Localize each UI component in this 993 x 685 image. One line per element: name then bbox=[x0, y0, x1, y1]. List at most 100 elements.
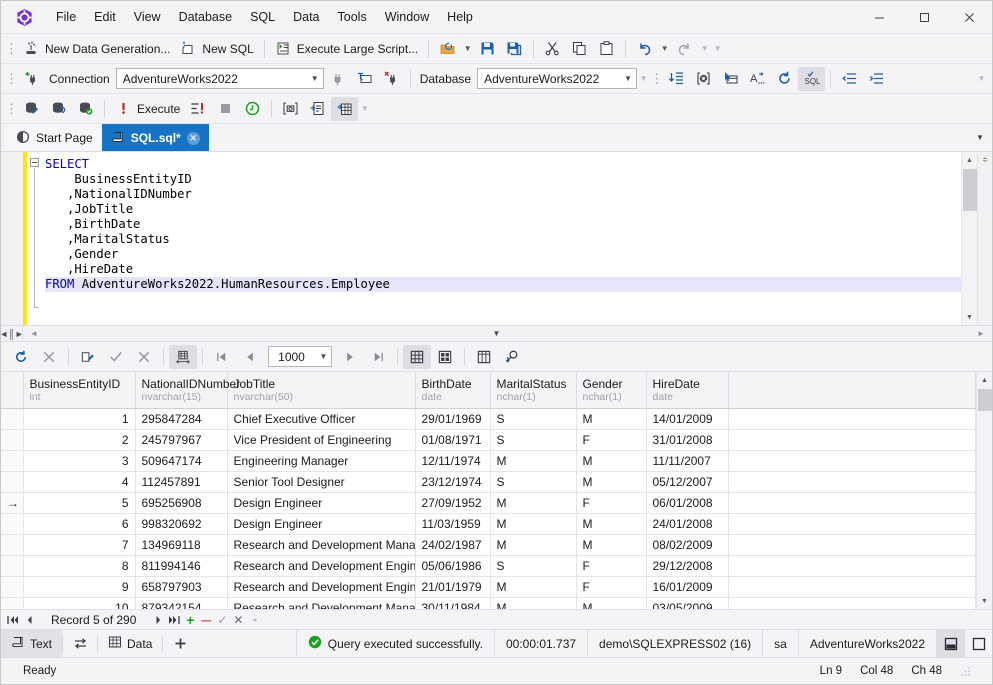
menu-item-window[interactable]: Window bbox=[376, 5, 438, 30]
table-row[interactable]: 3 509647174 Engineering Manager 12/11/1974 M… bbox=[1, 450, 976, 472]
scrollbar-thumb[interactable] bbox=[962, 169, 977, 211]
best-fit-columns-button[interactable] bbox=[169, 344, 197, 369]
redo-dropdown-caret-icon[interactable]: ▼ bbox=[698, 38, 711, 60]
cell-birthdate[interactable]: 21/01/1979 bbox=[415, 576, 491, 598]
cell-gender[interactable]: M bbox=[576, 450, 647, 472]
cell-maritalstatus[interactable]: M bbox=[490, 492, 577, 514]
cell-hiredate[interactable]: 16/01/2009 bbox=[646, 576, 729, 598]
cell-birthdate[interactable]: 01/08/1971 bbox=[415, 429, 491, 451]
cell-nationalidnumber[interactable]: 658797903 bbox=[135, 576, 228, 598]
nav-next-button[interactable] bbox=[150, 611, 166, 629]
hscroll-left-icon[interactable]: ◄ bbox=[23, 326, 45, 341]
column-header-maritalstatus[interactable]: MaritalStatus nchar(1) bbox=[490, 372, 577, 409]
toolbar-overflow-caret-icon[interactable]: ▼ bbox=[711, 38, 724, 60]
bottom-tab-data[interactable]: Data bbox=[98, 630, 162, 657]
cell-gender[interactable]: M bbox=[576, 597, 647, 609]
cell-nationalidnumber[interactable]: 112457891 bbox=[135, 471, 228, 493]
split-vertical-handle-icon[interactable]: ◄║► bbox=[0, 326, 24, 341]
column-header-jobtitle[interactable]: JobTitle nvarchar(50) bbox=[227, 372, 416, 409]
editor-fold-margin[interactable] bbox=[27, 152, 41, 325]
column-header-gender[interactable]: Gender nchar(1) bbox=[576, 372, 647, 409]
cell-maritalstatus[interactable]: M bbox=[490, 450, 577, 472]
row-header-cell[interactable] bbox=[1, 597, 24, 609]
cell-businessentityid[interactable]: 7 bbox=[23, 534, 136, 556]
tab-overflow-chevron-down-icon[interactable]: ▼ bbox=[968, 124, 992, 151]
row-header-cell[interactable] bbox=[1, 450, 24, 472]
cell-gender[interactable]: M bbox=[576, 471, 647, 493]
paste-button[interactable] bbox=[593, 37, 620, 61]
menu-item-edit[interactable]: Edit bbox=[85, 5, 125, 30]
resize-grip-icon[interactable] bbox=[960, 665, 972, 677]
cell-hiredate[interactable]: 31/01/2008 bbox=[646, 429, 729, 451]
cell-businessentityid[interactable]: 4 bbox=[23, 471, 136, 493]
open-file-dropdown-caret-icon[interactable]: ▼ bbox=[461, 38, 474, 60]
insert-parameter-button[interactable] bbox=[690, 67, 717, 91]
nav-last-button[interactable] bbox=[166, 611, 182, 629]
undo-dropdown-caret-icon[interactable]: ▼ bbox=[658, 38, 671, 60]
cell-nationalidnumber[interactable]: 295847284 bbox=[135, 408, 228, 430]
card-view-button[interactable] bbox=[431, 345, 459, 369]
menu-item-data[interactable]: Data bbox=[284, 5, 328, 30]
refresh-metadata-button[interactable] bbox=[771, 67, 798, 91]
nav-cancel-button[interactable]: ✕ bbox=[230, 611, 246, 629]
cell-gender[interactable]: F bbox=[576, 492, 647, 514]
validate-sql-button[interactable]: SQL bbox=[798, 66, 826, 91]
stop-button[interactable] bbox=[212, 97, 239, 121]
row-header-cell[interactable] bbox=[1, 555, 24, 577]
scroll-down-icon[interactable]: ▼ bbox=[962, 309, 978, 325]
row-header-cell[interactable] bbox=[1, 429, 24, 451]
cell-nationalidnumber[interactable]: 509647174 bbox=[135, 450, 228, 472]
new-connection-button[interactable] bbox=[18, 67, 45, 91]
table-row[interactable]: 1 295847284 Chief Executive Officer 29/01/1… bbox=[1, 408, 976, 430]
rollback-db-button[interactable] bbox=[45, 97, 72, 121]
cell-birthdate[interactable]: 29/01/1969 bbox=[415, 408, 491, 430]
menu-item-database[interactable]: Database bbox=[170, 5, 242, 30]
editor-horizontal-scrollbar[interactable]: ◄║► ◄ ► ▼ bbox=[0, 326, 992, 342]
column-view-button[interactable] bbox=[470, 345, 498, 369]
row-header-cell[interactable] bbox=[1, 513, 24, 535]
table-row[interactable]: 4 112457891 Senior Tool Designer 23/12/1974… bbox=[1, 471, 976, 493]
open-file-button[interactable] bbox=[434, 37, 461, 61]
database-combobox[interactable]: AdventureWorks2022 ▼ bbox=[477, 68, 638, 89]
redo-button[interactable] bbox=[671, 37, 698, 61]
new-sql-button[interactable]: New SQL bbox=[175, 37, 258, 61]
cut-button[interactable] bbox=[539, 37, 566, 61]
table-row[interactable]: 10 879342154 Research and Development Mana… bbox=[1, 597, 976, 609]
table-row[interactable]: 9 658797903 Research and Development Engin… bbox=[1, 576, 976, 598]
nav-delete-record-button[interactable]: ─ bbox=[198, 611, 214, 629]
cell-nationalidnumber[interactable]: 695256908 bbox=[135, 492, 228, 514]
execution-history-button[interactable] bbox=[239, 97, 266, 121]
last-page-button[interactable] bbox=[364, 345, 392, 369]
cell-maritalstatus[interactable]: M bbox=[490, 534, 577, 556]
results-to-text-button[interactable] bbox=[304, 97, 331, 121]
column-header-birthdate[interactable]: BirthDate date bbox=[415, 372, 491, 409]
row-header-cell[interactable] bbox=[1, 534, 24, 556]
cell-maritalstatus[interactable]: S bbox=[490, 555, 577, 577]
editor-vertical-scrollbar[interactable]: ▲ ▼ bbox=[961, 152, 977, 325]
menu-item-file[interactable]: File bbox=[47, 5, 85, 30]
cell-gender[interactable]: M bbox=[576, 534, 647, 556]
cell-businessentityid[interactable]: 9 bbox=[23, 576, 136, 598]
minimize-button[interactable] bbox=[857, 1, 902, 34]
row-header-corner[interactable] bbox=[1, 372, 24, 409]
cell-jobtitle[interactable]: Engineering Manager bbox=[227, 450, 416, 472]
cell-businessentityid[interactable]: 10 bbox=[23, 597, 136, 609]
execute-button[interactable]: Execute bbox=[110, 97, 185, 121]
fold-collapse-icon[interactable] bbox=[29, 158, 39, 167]
cell-jobtitle[interactable]: Research and Development Manager bbox=[227, 597, 416, 609]
decrease-indent-button[interactable] bbox=[836, 67, 863, 91]
named-query-button[interactable] bbox=[717, 67, 744, 91]
scroll-down-icon[interactable]: ▼ bbox=[977, 593, 993, 609]
cell-gender[interactable]: F bbox=[576, 555, 647, 577]
save-all-button[interactable] bbox=[501, 37, 528, 61]
cell-hiredate[interactable]: 03/05/2009 bbox=[646, 597, 729, 609]
menu-item-tools[interactable]: Tools bbox=[329, 5, 376, 30]
format-sql-button[interactable] bbox=[663, 67, 690, 91]
cell-jobtitle[interactable]: Chief Executive Officer bbox=[227, 408, 416, 430]
cell-gender[interactable]: M bbox=[576, 408, 647, 430]
close-icon[interactable]: ✕ bbox=[186, 131, 200, 145]
column-header-businessentityid[interactable]: BusinessEntityID int bbox=[23, 372, 136, 409]
table-row[interactable]: 7 134969118 Research and Development Manag… bbox=[1, 534, 976, 556]
cell-birthdate[interactable]: 24/02/1987 bbox=[415, 534, 491, 556]
nav-previous-button[interactable] bbox=[21, 611, 37, 629]
